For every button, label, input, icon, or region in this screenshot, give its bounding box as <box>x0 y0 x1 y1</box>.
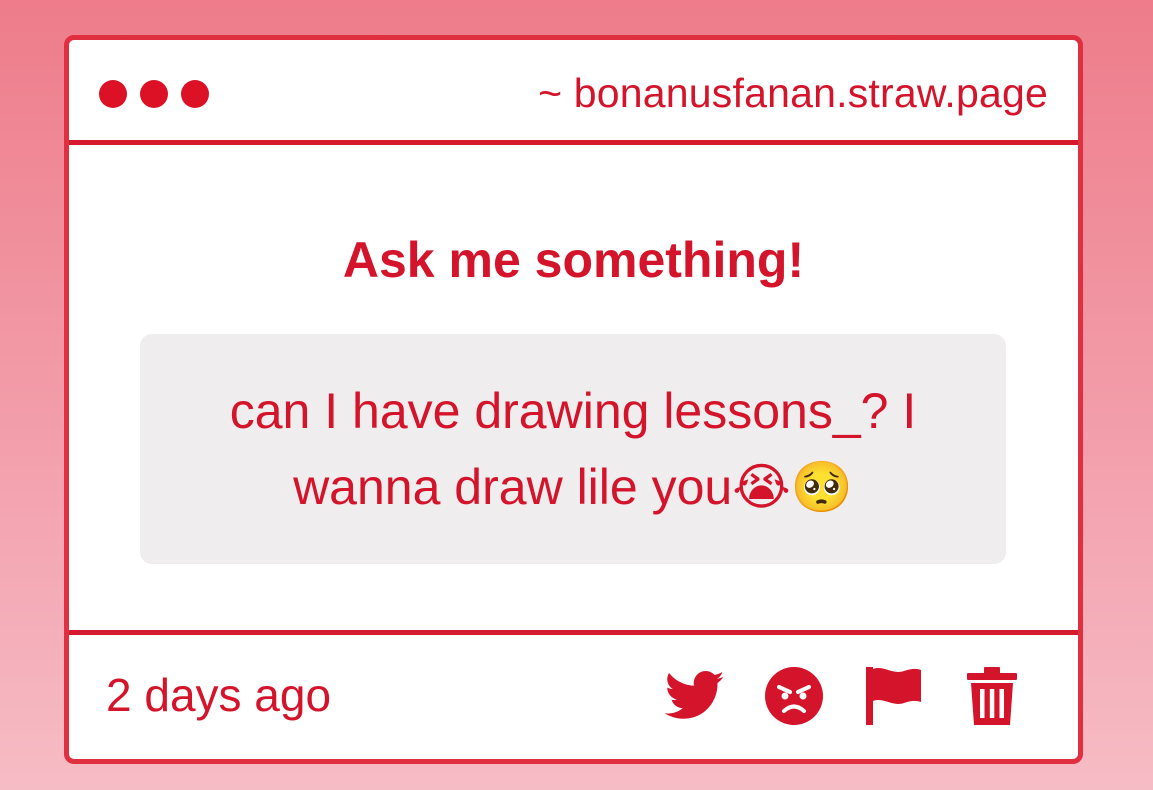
flag-icon <box>866 667 921 725</box>
angry-face-icon <box>765 667 823 725</box>
trash-icon <box>967 667 1017 725</box>
question-card: can I have drawing lessons_? I wanna dra… <box>140 334 1006 564</box>
report-button[interactable] <box>862 665 924 727</box>
crying-face-emoji: 😭 <box>732 458 791 516</box>
question-body: can I have drawing lessons_? I wanna dra… <box>180 373 966 525</box>
question-area: Ask me something! can I have drawing les… <box>69 145 1078 635</box>
window-dot-1 <box>99 80 127 108</box>
browser-window-card: ~ bonanusfanan.straw.page Ask me somethi… <box>64 35 1083 764</box>
window-dot-3 <box>181 80 209 108</box>
action-buttons <box>664 665 1023 727</box>
timestamp: 2 days ago <box>106 669 332 721</box>
pleading-face-emoji: 🥺 <box>790 458 853 516</box>
window-controls <box>99 80 209 108</box>
twitter-bird-icon <box>665 671 724 719</box>
page-title: Ask me something! <box>342 232 805 288</box>
title-bar: ~ bonanusfanan.straw.page <box>69 40 1078 145</box>
page-url: ~ bonanusfanan.straw.page <box>538 70 1048 116</box>
delete-button[interactable] <box>961 665 1023 727</box>
card-footer: 2 days ago <box>69 630 1078 759</box>
twitter-share-button[interactable] <box>664 665 726 727</box>
window-dot-2 <box>140 80 168 108</box>
angry-reaction-button[interactable] <box>763 665 825 727</box>
